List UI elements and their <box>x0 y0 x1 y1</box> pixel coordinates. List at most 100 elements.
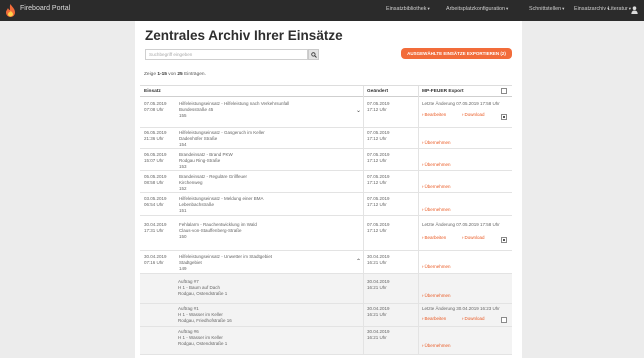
takeover-link[interactable]: Übernehmen <box>422 140 451 146</box>
time-text: 06:54 Uhr <box>144 202 164 207</box>
column-divider <box>363 128 364 149</box>
table-row[interactable]: 30.04.2019 17:31 Uhr Fehlalarm - Rauchent… <box>140 216 512 251</box>
column-divider <box>418 149 419 171</box>
summary-middle: von <box>168 72 177 77</box>
row-changed: 07.05.2019 17:12 Uhr <box>367 222 390 234</box>
column-divider <box>418 128 419 149</box>
caret-down-icon: ▾ <box>562 6 565 11</box>
nav-arbeitsplatzkonfiguration[interactable]: Arbeitsplatzkonfiguration▾ <box>446 6 508 12</box>
header-mp-feuer-export[interactable]: MP-FEUER Export <box>422 89 464 94</box>
row-changed: 30.04.2019 16:21 Uhr <box>367 306 390 318</box>
column-divider <box>363 193 364 216</box>
summary-total: 25 <box>177 72 183 77</box>
chevron-down-icon[interactable]: ⌄ <box>356 107 361 114</box>
incident-number: 150 <box>179 234 187 239</box>
incident-number: 152 <box>179 186 187 191</box>
row-changed: 07.05.2019 17:12 Uhr <box>367 130 390 142</box>
table-row-expanded[interactable]: 30.04.2019 07:16 Uhr Hilfeleistungseinsat… <box>140 251 512 274</box>
row-changed: 30.04.2019 16:21 Uhr <box>367 279 390 291</box>
changed-time: 17:12 Uhr <box>367 158 387 163</box>
row-description: Hilfeleistungseinsatz - Hilfeleistung na… <box>179 101 289 119</box>
nav-schnittstellen[interactable]: Schnittstellen▾ <box>529 6 564 12</box>
export-selected-button[interactable]: AUSGEWÄHLTE EINSÄTZE EXPORTIEREN (2) <box>401 48 512 59</box>
row-description: Hilfeleistungseinsatz - Gasgeruch im Kel… <box>179 130 265 148</box>
column-divider <box>418 193 419 216</box>
table-row[interactable]: 05.05.2019 08:58 Uhr Brandeinsatz - Regul… <box>140 171 512 193</box>
takeover-link[interactable]: Übernehmen <box>422 184 451 190</box>
column-divider <box>363 149 364 171</box>
row-select-checkbox[interactable] <box>501 317 507 323</box>
column-divider <box>418 171 419 193</box>
sub-row[interactable]: Auftrag #6 H 1 - Wasser im Keller Rodgau, … <box>140 327 512 355</box>
edit-link[interactable]: Bearbeiten <box>422 316 447 322</box>
select-all-checkbox[interactable] <box>501 88 507 94</box>
takeover-link[interactable]: Übernehmen <box>422 207 451 213</box>
row-select-checkbox[interactable] <box>501 114 507 120</box>
time-text: 17:31 Uhr <box>144 228 164 233</box>
column-divider <box>363 274 364 304</box>
column-divider <box>418 251 419 274</box>
incident-number: 154 <box>179 142 187 147</box>
header-einsatz[interactable]: Einsatz <box>144 89 161 94</box>
sub-row[interactable]: Auftrag #7 H 1 - Baum auf Dach Rodgau, Ost… <box>140 274 512 304</box>
order-details: Auftrag #6 H 1 - Wasser im Keller Rodgau, … <box>178 329 227 347</box>
table-row[interactable]: 07.05.2019 07:08 Uhr Hilfeleistungseinsat… <box>140 97 512 128</box>
row-description: Hilfeleistungseinsatz - Meldung einer BM… <box>179 196 264 214</box>
takeover-link[interactable]: Übernehmen <box>422 162 451 168</box>
download-link[interactable]: Download <box>462 316 485 322</box>
nav-einsatzbibliothek[interactable]: Einsatzbibliothek▾ <box>386 6 430 12</box>
row-changed: 07.05.2019 17:12 Uhr <box>367 101 390 113</box>
row-changed: 07.05.2019 17:12 Uhr <box>367 196 390 208</box>
incident-number: 149 <box>179 266 187 271</box>
changed-time: 17:12 Uhr <box>367 202 387 207</box>
order-address: Rodgau, Ostendstraße 1 <box>178 291 228 296</box>
changed-time: 16:21 Uhr <box>367 335 387 340</box>
row-description: Brandeinsatz - Brand PKW Rodgau Ring-Stra… <box>179 152 233 170</box>
changed-time: 16:21 Uhr <box>367 312 387 317</box>
order-details: Auftrag #7 H 1 - Baum auf Dach Rodgau, Ost… <box>178 279 227 297</box>
top-navbar: Fireboard Portal Einsatzbibliothek▾ Arbe… <box>0 0 644 21</box>
row-description: Hilfeleistungseinsatz - Unwetter im Stad… <box>179 254 272 272</box>
nav-einsatzarchiv[interactable]: Einsatzarchiv▾ <box>574 6 609 12</box>
column-divider <box>363 97 364 128</box>
sub-row[interactable]: Auftrag #1 H 1 - Wasser im Keller Rodgau, … <box>140 304 512 327</box>
download-link[interactable]: Download <box>462 112 485 118</box>
column-divider <box>363 216 364 251</box>
search-input[interactable] <box>145 49 308 60</box>
summary-prefix: Zeige <box>144 72 156 77</box>
takeover-link[interactable]: Übernehmen <box>422 293 451 299</box>
table-row[interactable]: 06.05.2019 15:07 Uhr Brandeinsatz - Brand… <box>140 149 512 171</box>
search-button[interactable] <box>308 49 319 60</box>
takeover-link[interactable]: Übernehmen <box>422 343 451 349</box>
edit-link[interactable]: Bearbeiten <box>422 112 447 118</box>
changed-time: 16:21 Uhr <box>367 285 387 290</box>
column-divider <box>363 304 364 327</box>
row-date: 07.05.2019 07:08 Uhr <box>144 101 167 113</box>
time-text: 15:07 Uhr <box>144 158 164 163</box>
order-details: Auftrag #1 H 1 - Wasser im Keller Rodgau, … <box>178 306 232 324</box>
row-select-checkbox[interactable] <box>501 237 507 243</box>
table-row[interactable]: 06.05.2019 21:36 Uhr Hilfeleistungseinsat… <box>140 128 512 149</box>
page-title: Zentrales Archiv Ihrer Einsätze <box>145 28 343 43</box>
flame-icon <box>6 4 15 17</box>
edit-link[interactable]: Bearbeiten <box>422 235 447 241</box>
nav-literatur[interactable]: Literatur▾ <box>608 6 631 12</box>
nav-label: Einsatzbibliothek <box>386 6 427 12</box>
column-divider <box>418 97 419 128</box>
row-changed: 30.04.2019 16:21 Uhr <box>367 329 390 341</box>
takeover-link[interactable]: Übernehmen <box>422 264 451 270</box>
row-date: 30.04.2019 07:16 Uhr <box>144 254 167 266</box>
brand-name[interactable]: Fireboard Portal <box>20 5 70 12</box>
table-row[interactable]: 03.05.2019 06:54 Uhr Hilfeleistungseinsat… <box>140 193 512 216</box>
caret-down-icon: ▾ <box>506 6 509 11</box>
column-divider <box>363 171 364 193</box>
row-date: 06.05.2019 15:07 Uhr <box>144 152 167 164</box>
header-geaendert[interactable]: Geändert <box>367 89 388 94</box>
table-header: Einsatz Geändert MP-FEUER Export <box>140 85 512 98</box>
user-icon[interactable] <box>631 6 638 14</box>
column-divider <box>363 251 364 274</box>
download-link[interactable]: Download <box>462 235 485 241</box>
row-date: 06.05.2019 21:36 Uhr <box>144 130 167 142</box>
row-description: Fehlalarm - Rauchentwicklung im Wald Clau… <box>179 222 257 240</box>
chevron-up-icon[interactable]: ⌃ <box>356 258 361 265</box>
